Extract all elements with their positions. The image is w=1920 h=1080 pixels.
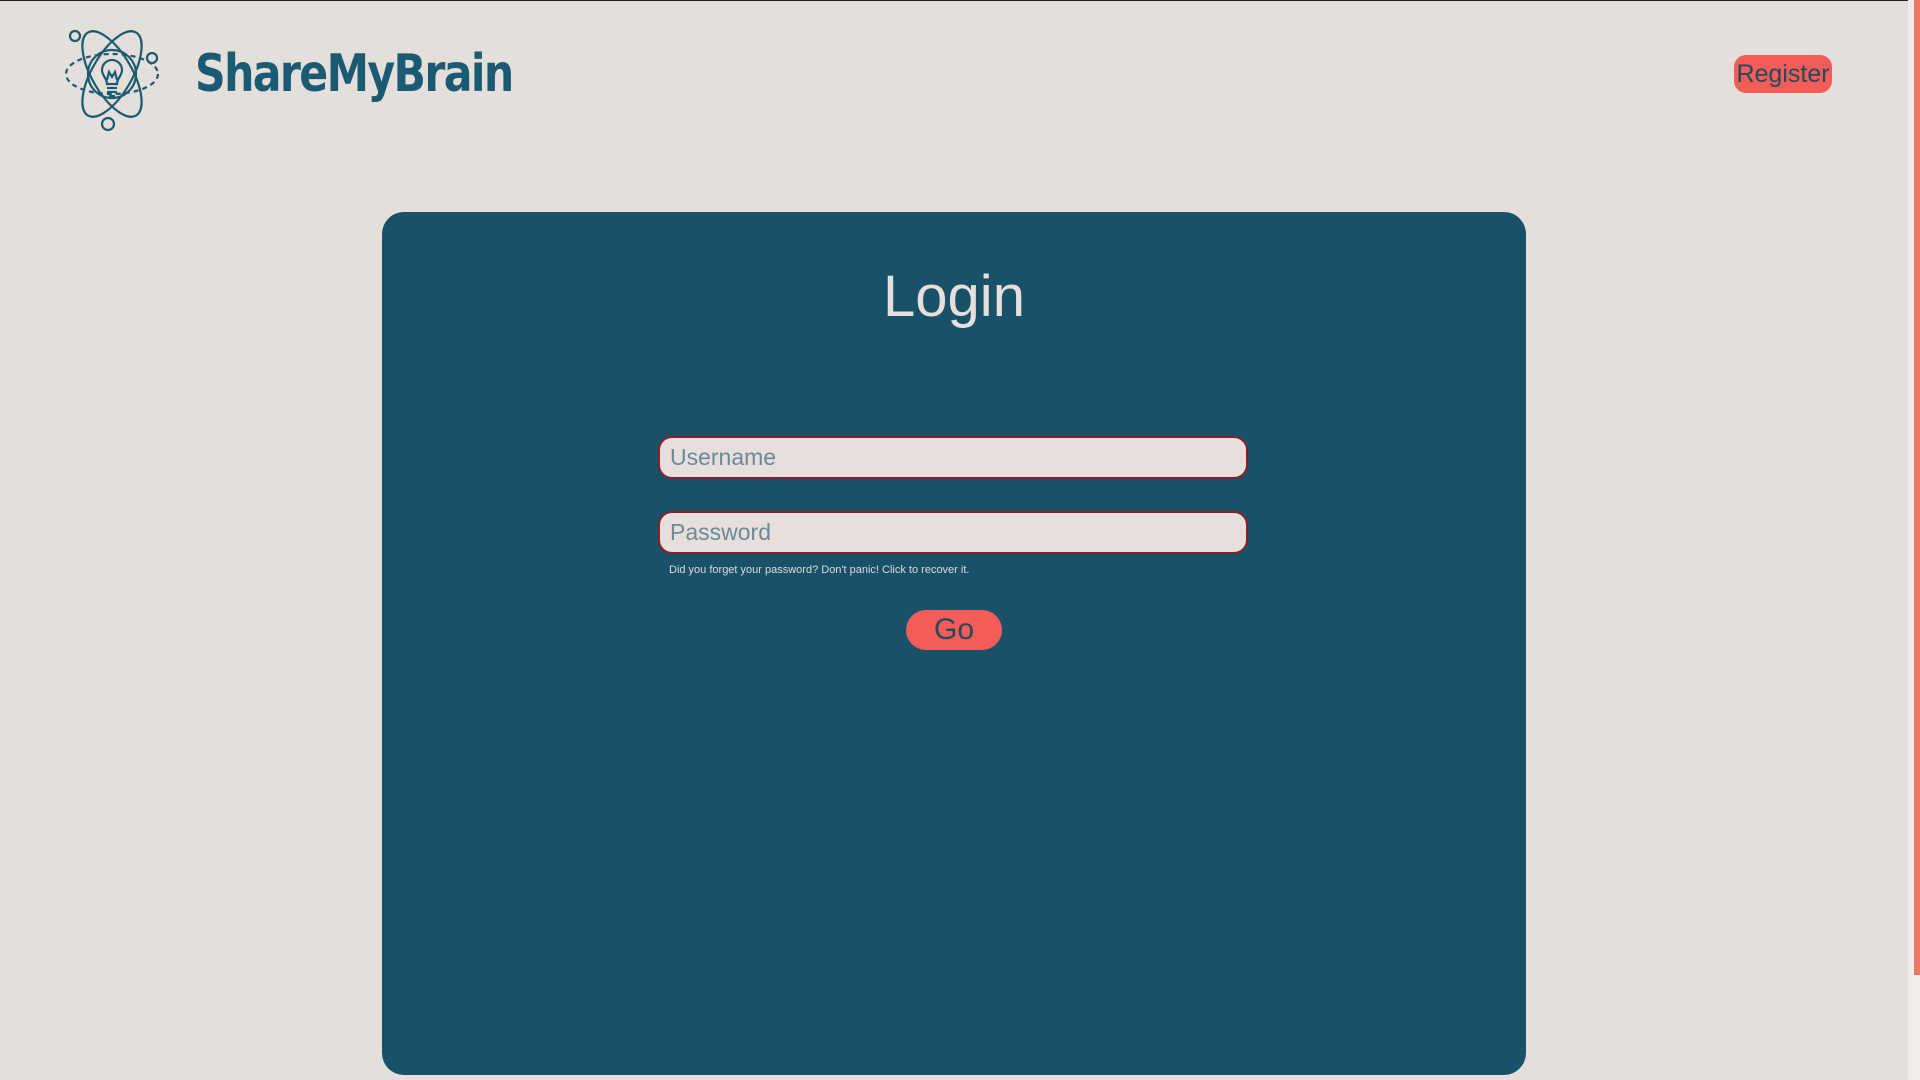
brand-name[interactable]: ShareMyBrain (195, 40, 514, 108)
top-border (0, 0, 1920, 1)
login-card: Login Username Password Did you forget y… (382, 212, 1526, 1075)
forgot-password-link[interactable]: Did you forget your password? Don't pani… (669, 564, 969, 576)
login-title: Login (883, 264, 1025, 329)
page: ShareMyBrain Register Login Username Pas… (0, 0, 1920, 1080)
register-button[interactable]: Register (1734, 55, 1832, 93)
scrollbar-thumb[interactable] (1914, 0, 1920, 975)
password-input[interactable]: Password (658, 511, 1248, 554)
go-button[interactable]: Go (906, 610, 1002, 650)
atom-lightbulb-icon[interactable] (60, 14, 164, 134)
username-input[interactable]: Username (658, 436, 1248, 479)
